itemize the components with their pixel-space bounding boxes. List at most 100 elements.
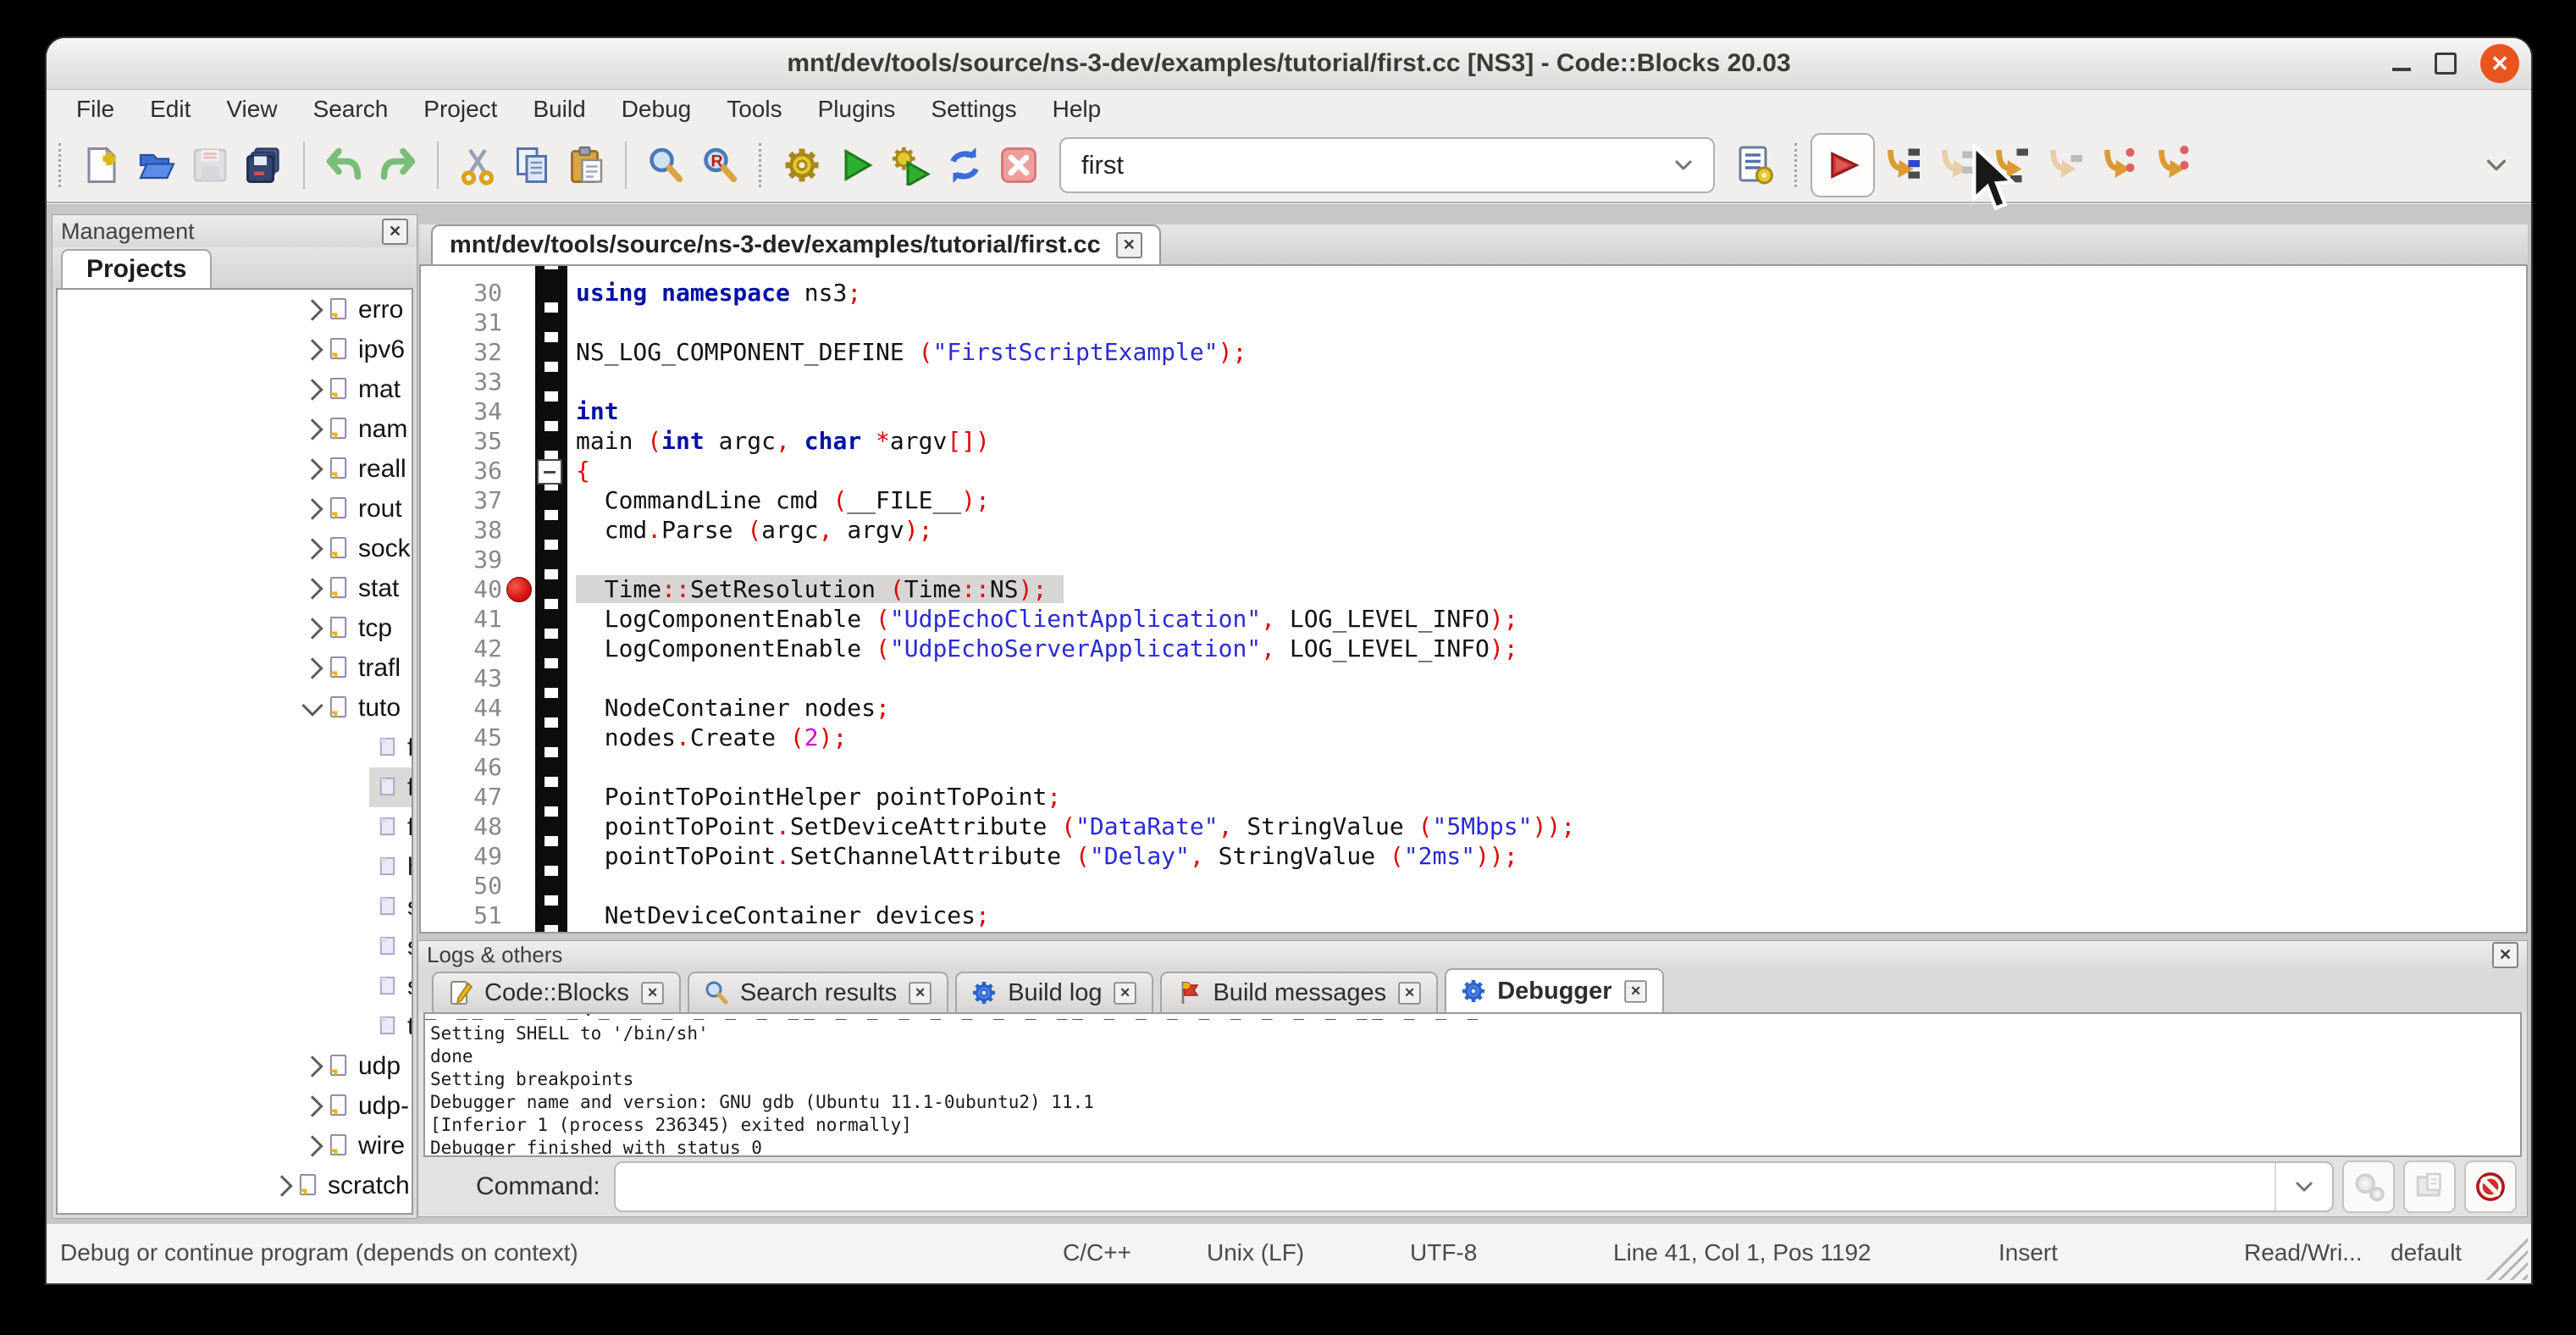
tree-item-se[interactable]: se [58,887,412,927]
build-and-run-button[interactable] [883,138,937,192]
code-line-47[interactable]: 47 PointToPointHelper pointToPoint; [421,782,2526,812]
code-line-45[interactable]: 45 nodes.Create (2); [421,723,2526,752]
tree-item-stat[interactable]: stat [58,568,412,608]
paste-button[interactable] [559,138,613,192]
run-button[interactable] [829,138,883,192]
tree-item-reall[interactable]: reall [58,449,412,489]
tree-item-mat[interactable]: mat [58,369,412,409]
toolbar-grip[interactable] [759,143,766,187]
tree-item-fif[interactable]: fif [58,728,412,767]
tree-item-cell[interactable]: nam [320,409,413,449]
fold-margin[interactable] [535,266,567,932]
tree-item-trafl[interactable]: trafl [58,648,412,688]
breakpoint-marker[interactable] [506,577,532,602]
tree-item-cell[interactable]: th [369,1006,413,1046]
tree-item-src[interactable]: src [58,1205,412,1215]
menu-project[interactable]: Project [406,96,515,123]
toolbar-overflow-chevron-icon[interactable] [2484,152,2509,178]
run-to-cursor-button[interactable] [1875,138,1929,192]
editor-tab-first-cc[interactable]: mnt/dev/tools/source/ns-3-dev/examples/t… [431,224,1161,264]
code-lines[interactable]: 30using namespace ns3;3132NS_LOG_COMPONE… [421,266,2526,933]
tree-item-cell[interactable]: erro [320,290,413,330]
tree-item-cell[interactable]: se [369,887,413,927]
code-line-49[interactable]: 49 pointToPoint.SetChannelAttribute ("De… [421,841,2526,871]
menu-debug[interactable]: Debug [604,96,710,123]
editor-tab-close-icon[interactable]: ✕ [1116,232,1142,258]
tree-item-sock[interactable]: sock [58,529,412,568]
tree-item-cell[interactable]: tuto [320,688,412,728]
menu-view[interactable]: View [208,96,295,123]
code-line-35[interactable]: 35main (int argc, char *argv[]) [421,426,2526,456]
code-line-31[interactable]: 31 [421,307,2526,337]
tab-projects[interactable]: Projects [61,249,212,288]
debug-windows-button[interactable] [2342,1161,2395,1213]
management-close-icon[interactable]: ✕ [382,219,408,245]
menu-search[interactable]: Search [296,96,406,123]
tree-item-tuto[interactable]: tuto [58,688,412,728]
tree-item-cell[interactable]: sock [320,529,413,568]
code-line-37[interactable]: 37 CommandLine cmd (__FILE__); [421,485,2526,515]
command-input[interactable] [614,1161,2334,1212]
tree-item-tcp[interactable]: tcp [58,608,412,648]
debug-info-button[interactable] [2403,1161,2456,1213]
chevron-down-icon[interactable] [1672,154,1694,176]
menu-settings[interactable]: Settings [913,96,1034,123]
tree-item-cell[interactable]: tcp [320,608,404,648]
tree-item-cell[interactable]: rout [320,489,413,529]
code-line-51[interactable]: 51 NetDeviceContainer devices; [421,900,2526,930]
tree-item-fo[interactable]: fo [58,807,412,847]
debug-continue-button[interactable] [1810,133,1875,197]
tree-item-cell[interactable]: reall [320,449,413,489]
tree-item-cell[interactable]: wire [320,1126,413,1166]
code-line-32[interactable]: 32NS_LOG_COMPONENT_DEFINE ("FirstScriptE… [421,337,2526,367]
code-line-41[interactable]: 41 LogComponentEnable ("UdpEchoClientApp… [421,604,2526,634]
code-line-48[interactable]: 48 pointToPoint.SetDeviceAttribute ("Dat… [421,812,2526,841]
fold-collapse-icon[interactable] [537,459,562,485]
tree-item-cell[interactable]: fir [369,767,413,807]
command-dropdown[interactable] [2275,1163,2332,1210]
code-line-39[interactable]: 39 [421,545,2526,574]
next-instruction-button[interactable] [2092,138,2146,192]
log-tab-build-messages[interactable]: Build messages✕ [1160,972,1438,1012]
abort-button[interactable] [992,138,1046,192]
tree-item-cell[interactable]: he [369,847,413,887]
tree-item-th[interactable]: th [58,1006,412,1046]
project-tree[interactable]: erroipv6matnamreallroutsockstattcptraflt… [56,288,413,1215]
logs-close-icon[interactable]: ✕ [2492,942,2518,968]
tree-item-cell[interactable]: trafl [320,648,412,688]
stop-debugger-button[interactable] [2464,1161,2517,1213]
log-tab-search-results[interactable]: Search results✕ [688,972,948,1012]
save-button[interactable] [183,138,237,192]
code-line-46[interactable]: 46 [421,752,2526,782]
tree-item-cell[interactable]: fif [369,728,413,767]
build-button[interactable] [775,138,829,192]
tree-item-rout[interactable]: rout [58,489,412,529]
toolbar-grip[interactable] [1794,143,1802,187]
step-into-instruction-button[interactable] [2146,138,2200,192]
tree-item-wire[interactable]: wire [58,1126,412,1166]
find-button[interactable] [638,138,693,192]
menu-plugins[interactable]: Plugins [800,96,914,123]
log-tab-code-blocks[interactable]: Code::Blocks✕ [432,972,681,1012]
log-tab-close-icon[interactable]: ✕ [909,982,931,1004]
menu-edit[interactable]: Edit [132,96,208,123]
log-tab-build-log[interactable]: Build log✕ [955,972,1153,1012]
new-file-button[interactable] [75,138,129,192]
tree-item-he[interactable]: he [58,847,412,887]
tree-item-udp[interactable]: udp [58,1046,412,1086]
tree-item-cell[interactable]: six [369,967,413,1006]
log-tab-close-icon[interactable]: ✕ [1114,982,1136,1004]
tree-item-udp-[interactable]: udp- [58,1086,412,1126]
tree-item-cell[interactable]: se [369,927,413,967]
log-tab-close-icon[interactable]: ✕ [1624,980,1646,1002]
build-target-options-button[interactable] [1728,138,1783,192]
menu-build[interactable]: Build [515,96,603,123]
tree-item-cell[interactable]: fo [369,807,413,847]
log-tab-debugger[interactable]: Debugger✕ [1445,968,1663,1012]
tree-item-se[interactable]: se [58,927,412,967]
menu-tools[interactable]: Tools [709,96,799,123]
code-line-33[interactable]: 33 [421,367,2526,396]
menu-help[interactable]: Help [1035,96,1119,123]
tree-item-nam[interactable]: nam [58,409,412,449]
code-line-36[interactable]: 36{ [421,456,2526,485]
